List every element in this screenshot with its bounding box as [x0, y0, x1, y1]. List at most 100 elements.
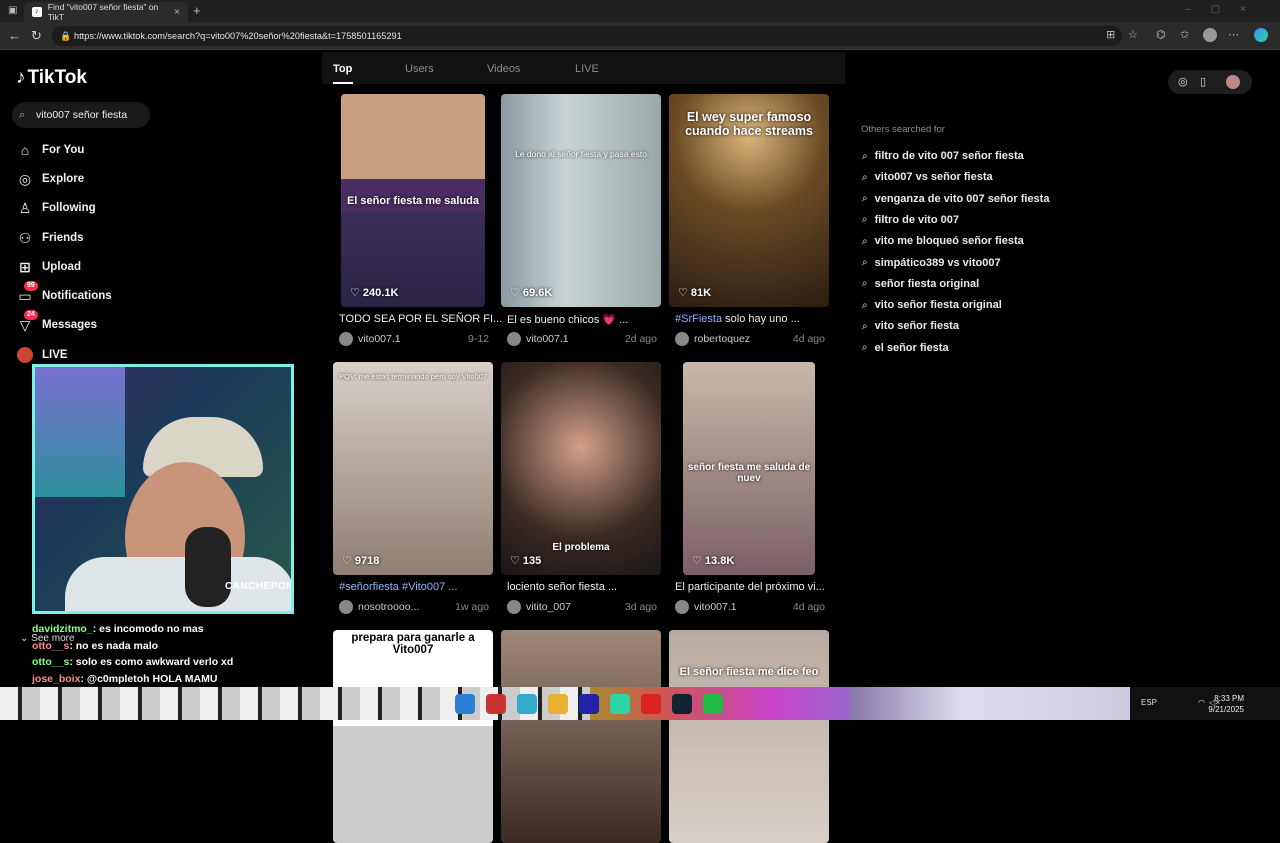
- sidebar-item-notifications[interactable]: ▭ 99 Notifications: [16, 281, 166, 306]
- author-name: vito007.1: [526, 333, 569, 345]
- taskbar: ESP ◠ ◁× 8:33 PM 9/21/2025: [0, 687, 1280, 720]
- video-description[interactable]: TODO SEA POR EL SEÑOR FI...: [339, 313, 502, 325]
- tiktok-logo[interactable]: ♪ TikTok: [16, 67, 87, 89]
- app-icon[interactable]: [486, 694, 506, 714]
- suggestion-item[interactable]: ⌕ vito me bloqueó señor fiesta: [862, 233, 1024, 249]
- copilot-icon[interactable]: [1254, 28, 1268, 42]
- video-hashtags[interactable]: #SrFiesta: [675, 313, 722, 325]
- video-description-text: TODO SEA POR EL SEÑOR FI...: [339, 313, 503, 325]
- video-thumbnail[interactable]: señor fiesta me saluda de nuev ♡ 13.8K: [683, 362, 815, 575]
- video-thumbnail[interactable]: Le dono al señor fiesta y pasa esto ♡ 69.…: [501, 94, 661, 307]
- video-description[interactable]: #señorfiesta #Vito007 ...: [339, 581, 457, 593]
- suggestion-item[interactable]: ⌕ filtro de vito 007: [862, 212, 959, 228]
- browser-tab[interactable]: ♪ Find "vito007 señor fiesta" on TikT ×: [24, 2, 188, 22]
- refresh-icon[interactable]: ↻: [31, 28, 42, 44]
- tab-users[interactable]: Users: [405, 63, 434, 75]
- tracking-icon[interactable]: ⌬: [1156, 28, 1166, 41]
- url-text: https://www.tiktok.com/search?q=vito007%…: [74, 31, 402, 41]
- browser-menu-icon[interactable]: ▣: [8, 5, 17, 16]
- url-field[interactable]: 🔒 https://www.tiktok.com/search?q=vito00…: [52, 26, 1122, 46]
- lock-icon: 🔒: [60, 31, 72, 41]
- xbox-icon[interactable]: [703, 694, 723, 714]
- chat-text: : solo es como awkward verlo xd: [69, 656, 234, 668]
- suggestion-item[interactable]: ⌕ vito señor fiesta original: [862, 297, 1002, 313]
- sidebar-item-live[interactable]: LIVE: [16, 345, 166, 365]
- sidebar-item-friends[interactable]: ⚇ Friends: [16, 228, 166, 248]
- video-thumbnail[interactable]: El señor fiesta me saluda ♡ 240.1K: [341, 94, 485, 307]
- video-thumbnail[interactable]: El problema ♡ 135: [501, 362, 661, 575]
- tab-videos[interactable]: Videos: [487, 63, 520, 75]
- video-author[interactable]: vitito_007 3d ago: [507, 599, 657, 615]
- suggestion-item[interactable]: ⌕ simpático389 vs vito007: [862, 255, 1001, 271]
- tab-live[interactable]: LIVE: [575, 63, 599, 75]
- user-avatar[interactable]: [1226, 75, 1240, 89]
- post-date: 4d ago: [792, 333, 825, 345]
- video-author[interactable]: vito007.1 9-12: [339, 331, 489, 347]
- taskbar-wallpaper-right: [850, 687, 1130, 720]
- suggestion-item[interactable]: ⌕ vito007 vs señor fiesta: [862, 169, 993, 185]
- sidebar-item-for-you[interactable]: ⌂ For You: [16, 140, 166, 160]
- chat-message: otto__s: solo es como awkward verlo xd: [32, 654, 302, 671]
- suggestion-item[interactable]: ⌕ señor fiesta original: [862, 276, 979, 292]
- steam-icon[interactable]: [672, 694, 692, 714]
- folder-icon[interactable]: [548, 694, 568, 714]
- author-avatar: [339, 600, 353, 614]
- video-description[interactable]: lociento señor fiesta ...: [507, 581, 617, 593]
- chat-text: : no es nada malo: [69, 639, 159, 652]
- author-name: vitito_007: [526, 601, 571, 613]
- sidebar-item-upload[interactable]: ⊞ Upload: [16, 257, 166, 277]
- tab-top[interactable]: Top: [333, 63, 352, 75]
- see-more-button[interactable]: ⌄ See more: [20, 633, 75, 644]
- video-thumbnail[interactable]: El wey super famoso cuando hace streams ♡…: [669, 94, 829, 307]
- edge-icon[interactable]: [610, 694, 630, 714]
- clock[interactable]: 8:33 PM 9/21/2025: [1208, 693, 1244, 715]
- video-description[interactable]: El es bueno chicos 💗 ...: [507, 313, 628, 326]
- like-count-value: 13.8K: [704, 555, 735, 567]
- more-icon[interactable]: ⋯: [1228, 28, 1239, 41]
- sidebar-item-following[interactable]: ♙ Following: [16, 198, 166, 218]
- profile-avatar[interactable]: [1203, 28, 1217, 42]
- video-description[interactable]: El participante del próximo vi...: [675, 581, 825, 593]
- like-count-value: 81K: [690, 287, 712, 299]
- video-thumbnail[interactable]: prepara para ganarle a Vito007: [333, 630, 493, 843]
- suggestion-item[interactable]: ⌕ el señor fiesta: [862, 340, 949, 356]
- like-count: ♡ 240.1K: [350, 287, 399, 299]
- active-tab-underline: [333, 82, 353, 84]
- video-author[interactable]: vito007.1 2d ago: [507, 331, 657, 347]
- suggestion-label: vito me bloqueó señor fiesta: [874, 235, 1024, 248]
- coins-icon[interactable]: ◎: [1178, 75, 1188, 88]
- extensions-icon[interactable]: ⊞: [1106, 28, 1115, 41]
- video-hashtags[interactable]: #señorfiesta #Vito007 ...: [339, 581, 457, 593]
- favorite-star-icon[interactable]: ☆: [1128, 28, 1138, 41]
- video-author[interactable]: nosotroooo... 1w ago: [339, 599, 489, 615]
- language-indicator[interactable]: ESP: [1141, 698, 1157, 707]
- video-author[interactable]: vito007.1 4d ago: [675, 599, 825, 615]
- suggestion-item[interactable]: ⌕ vito señor fiesta: [862, 318, 959, 334]
- video-thumbnail[interactable]: El señor fiesta me dice feo: [669, 630, 829, 843]
- new-tab-icon[interactable]: +: [193, 3, 201, 18]
- suggestion-label: señor fiesta original: [874, 277, 980, 290]
- author-name: vito007.1: [694, 601, 737, 613]
- window-controls[interactable]: –▢×: [1185, 4, 1266, 15]
- app-icon[interactable]: [517, 694, 537, 714]
- author-avatar: [675, 332, 689, 346]
- app-icon[interactable]: [455, 694, 475, 714]
- suggestion-item[interactable]: ⌕ filtro de vito 007 señor fiesta: [862, 148, 1024, 164]
- sidebar-item-messages[interactable]: ▽ 24 Messages: [16, 310, 166, 335]
- video-author[interactable]: robertoquez 4d ago: [675, 331, 825, 347]
- back-icon[interactable]: ←: [8, 28, 21, 43]
- search-input[interactable]: ⌕ vito007 señor fiesta: [12, 102, 150, 128]
- wifi-icon[interactable]: ◠: [1198, 698, 1205, 707]
- suggestion-item[interactable]: ⌕ venganza de vito 007 señor fiesta: [862, 191, 1049, 207]
- close-tab-icon[interactable]: ×: [174, 7, 180, 18]
- video-thumbnail[interactable]: [501, 630, 661, 843]
- sidebar-item-explore[interactable]: ◎ Explore: [16, 169, 166, 189]
- video-overlay-text: El señor fiesta me saluda: [346, 195, 480, 207]
- app-icon[interactable]: [641, 694, 661, 714]
- post-date: 9-12: [467, 333, 489, 345]
- device-icon[interactable]: ▯: [1200, 75, 1206, 88]
- favorites-icon[interactable]: ✩: [1180, 28, 1189, 41]
- app-icon[interactable]: [579, 694, 599, 714]
- video-description[interactable]: #SrFiesta solo hay uno ...: [675, 313, 800, 325]
- video-thumbnail[interactable]: POV: me estas terminando pero soy Vito00…: [333, 362, 493, 575]
